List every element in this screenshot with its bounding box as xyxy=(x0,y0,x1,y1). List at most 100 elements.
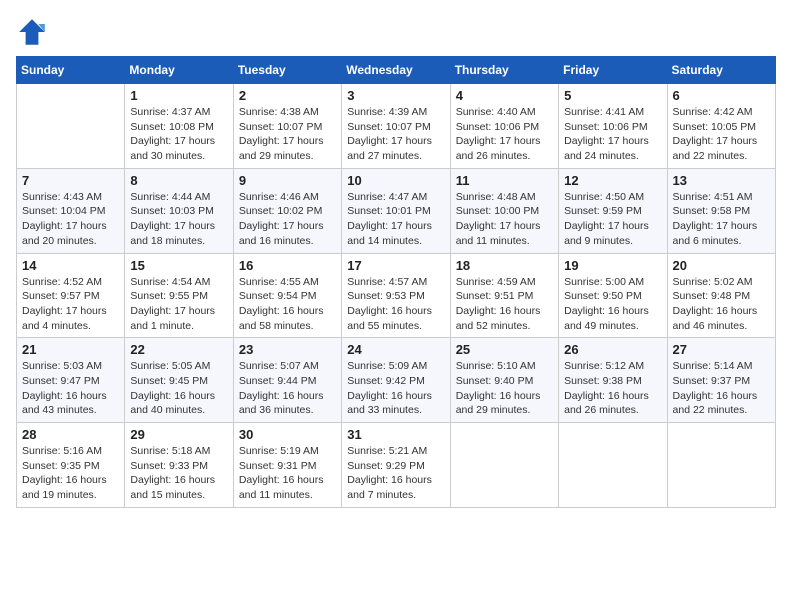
day-number: 21 xyxy=(22,342,119,357)
calendar-cell xyxy=(17,84,125,169)
day-number: 20 xyxy=(673,258,770,273)
day-info: Sunrise: 5:02 AM Sunset: 9:48 PM Dayligh… xyxy=(673,275,770,334)
day-info: Sunrise: 5:16 AM Sunset: 9:35 PM Dayligh… xyxy=(22,444,119,503)
day-info: Sunrise: 4:39 AM Sunset: 10:07 PM Daylig… xyxy=(347,105,444,164)
day-number: 27 xyxy=(673,342,770,357)
calendar-cell xyxy=(559,423,667,508)
calendar-cell: 9Sunrise: 4:46 AM Sunset: 10:02 PM Dayli… xyxy=(233,168,341,253)
day-info: Sunrise: 5:19 AM Sunset: 9:31 PM Dayligh… xyxy=(239,444,336,503)
day-info: Sunrise: 5:12 AM Sunset: 9:38 PM Dayligh… xyxy=(564,359,661,418)
calendar-cell: 8 Sunrise: 4:44 AM Sunset: 10:03 PM Dayli… xyxy=(125,168,233,253)
logo-icon xyxy=(16,16,48,48)
day-info: Sunrise: 5:21 AM Sunset: 9:29 PM Dayligh… xyxy=(347,444,444,503)
calendar-week-row: 1 Sunrise: 4:37 AM Sunset: 10:08 PM Dayli… xyxy=(17,84,776,169)
calendar-cell: 11 Sunrise: 4:48 AM Sunset: 10:00 PM Dayl… xyxy=(450,168,558,253)
day-info: Sunrise: 4:46 AM Sunset: 10:02 PM Daylig… xyxy=(239,190,336,249)
day-number: 2 xyxy=(239,88,336,103)
calendar-cell: 22Sunrise: 5:05 AM Sunset: 9:45 PM Dayli… xyxy=(125,338,233,423)
day-number: 17 xyxy=(347,258,444,273)
day-of-week-monday: Monday xyxy=(125,57,233,84)
calendar-cell: 6 Sunrise: 4:42 AM Sunset: 10:05 PM Dayli… xyxy=(667,84,775,169)
calendar-cell: 23Sunrise: 5:07 AM Sunset: 9:44 PM Dayli… xyxy=(233,338,341,423)
day-number: 18 xyxy=(456,258,553,273)
day-info: Sunrise: 4:47 AM Sunset: 10:01 PM Daylig… xyxy=(347,190,444,249)
day-number: 30 xyxy=(239,427,336,442)
day-info: Sunrise: 4:38 AM Sunset: 10:07 PM Daylig… xyxy=(239,105,336,164)
day-info: Sunrise: 5:18 AM Sunset: 9:33 PM Dayligh… xyxy=(130,444,227,503)
day-info: Sunrise: 4:48 AM Sunset: 10:00 PM Daylig… xyxy=(456,190,553,249)
day-number: 5 xyxy=(564,88,661,103)
day-number: 28 xyxy=(22,427,119,442)
day-number: 6 xyxy=(673,88,770,103)
day-number: 7 xyxy=(22,173,119,188)
calendar-cell: 31 Sunrise: 5:21 AM Sunset: 9:29 PM Dayli… xyxy=(342,423,450,508)
calendar-cell: 18 Sunrise: 4:59 AM Sunset: 9:51 PM Dayli… xyxy=(450,253,558,338)
calendar-cell: 10 Sunrise: 4:47 AM Sunset: 10:01 PM Dayl… xyxy=(342,168,450,253)
calendar-cell: 25 Sunrise: 5:10 AM Sunset: 9:40 PM Dayli… xyxy=(450,338,558,423)
day-of-week-sunday: Sunday xyxy=(17,57,125,84)
calendar-cell: 2 Sunrise: 4:38 AM Sunset: 10:07 PM Dayli… xyxy=(233,84,341,169)
day-info: Sunrise: 4:59 AM Sunset: 9:51 PM Dayligh… xyxy=(456,275,553,334)
day-of-week-tuesday: Tuesday xyxy=(233,57,341,84)
calendar-cell xyxy=(450,423,558,508)
calendar-cell: 5 Sunrise: 4:41 AM Sunset: 10:06 PM Dayli… xyxy=(559,84,667,169)
day-info: Sunrise: 5:14 AM Sunset: 9:37 PM Dayligh… xyxy=(673,359,770,418)
day-number: 26 xyxy=(564,342,661,357)
calendar-cell: 16 Sunrise: 4:55 AM Sunset: 9:54 PM Dayli… xyxy=(233,253,341,338)
day-info: Sunrise: 4:57 AM Sunset: 9:53 PM Dayligh… xyxy=(347,275,444,334)
calendar-cell: 17 Sunrise: 4:57 AM Sunset: 9:53 PM Dayli… xyxy=(342,253,450,338)
calendar-cell: 12 Sunrise: 4:50 AM Sunset: 9:59 PM Dayli… xyxy=(559,168,667,253)
day-info: Sunrise: 5:00 AM Sunset: 9:50 PM Dayligh… xyxy=(564,275,661,334)
day-of-week-saturday: Saturday xyxy=(667,57,775,84)
calendar-cell: 30 Sunrise: 5:19 AM Sunset: 9:31 PM Dayli… xyxy=(233,423,341,508)
calendar-week-row: 28 Sunrise: 5:16 AM Sunset: 9:35 PM Dayli… xyxy=(17,423,776,508)
day-number: 4 xyxy=(456,88,553,103)
day-info: Sunrise: 4:37 AM Sunset: 10:08 PM Daylig… xyxy=(130,105,227,164)
day-info: Sunrise: 5:05 AM Sunset: 9:45 PM Dayligh… xyxy=(130,359,227,418)
day-number: 14 xyxy=(22,258,119,273)
day-number: 8 xyxy=(130,173,227,188)
day-number: 19 xyxy=(564,258,661,273)
calendar-week-row: 21Sunrise: 5:03 AM Sunset: 9:47 PM Dayli… xyxy=(17,338,776,423)
day-number: 1 xyxy=(130,88,227,103)
day-info: Sunrise: 4:43 AM Sunset: 10:04 PM Daylig… xyxy=(22,190,119,249)
page-header xyxy=(16,16,776,48)
day-info: Sunrise: 4:42 AM Sunset: 10:05 PM Daylig… xyxy=(673,105,770,164)
day-number: 31 xyxy=(347,427,444,442)
calendar-cell: 26 Sunrise: 5:12 AM Sunset: 9:38 PM Dayli… xyxy=(559,338,667,423)
calendar-cell: 1 Sunrise: 4:37 AM Sunset: 10:08 PM Dayli… xyxy=(125,84,233,169)
day-of-week-wednesday: Wednesday xyxy=(342,57,450,84)
day-info: Sunrise: 5:10 AM Sunset: 9:40 PM Dayligh… xyxy=(456,359,553,418)
day-number: 3 xyxy=(347,88,444,103)
calendar-cell: 28 Sunrise: 5:16 AM Sunset: 9:35 PM Dayli… xyxy=(17,423,125,508)
day-number: 23 xyxy=(239,342,336,357)
day-number: 11 xyxy=(456,173,553,188)
day-info: Sunrise: 4:41 AM Sunset: 10:06 PM Daylig… xyxy=(564,105,661,164)
day-number: 25 xyxy=(456,342,553,357)
day-info: Sunrise: 4:50 AM Sunset: 9:59 PM Dayligh… xyxy=(564,190,661,249)
calendar-cell: 7 Sunrise: 4:43 AM Sunset: 10:04 PM Dayli… xyxy=(17,168,125,253)
day-info: Sunrise: 4:44 AM Sunset: 10:03 PM Daylig… xyxy=(130,190,227,249)
calendar-cell: 20 Sunrise: 5:02 AM Sunset: 9:48 PM Dayli… xyxy=(667,253,775,338)
day-info: Sunrise: 4:52 AM Sunset: 9:57 PM Dayligh… xyxy=(22,275,119,334)
calendar-cell: 24Sunrise: 5:09 AM Sunset: 9:42 PM Dayli… xyxy=(342,338,450,423)
day-info: Sunrise: 4:51 AM Sunset: 9:58 PM Dayligh… xyxy=(673,190,770,249)
day-number: 15 xyxy=(130,258,227,273)
day-number: 24 xyxy=(347,342,444,357)
calendar-cell: 15Sunrise: 4:54 AM Sunset: 9:55 PM Dayli… xyxy=(125,253,233,338)
calendar-cell xyxy=(667,423,775,508)
logo xyxy=(16,16,52,48)
day-info: Sunrise: 4:40 AM Sunset: 10:06 PM Daylig… xyxy=(456,105,553,164)
calendar-header-row: SundayMondayTuesdayWednesdayThursdayFrid… xyxy=(17,57,776,84)
calendar-cell: 3 Sunrise: 4:39 AM Sunset: 10:07 PM Dayli… xyxy=(342,84,450,169)
day-number: 16 xyxy=(239,258,336,273)
day-number: 10 xyxy=(347,173,444,188)
day-info: Sunrise: 4:55 AM Sunset: 9:54 PM Dayligh… xyxy=(239,275,336,334)
day-number: 29 xyxy=(130,427,227,442)
calendar-cell: 19 Sunrise: 5:00 AM Sunset: 9:50 PM Dayli… xyxy=(559,253,667,338)
day-number: 13 xyxy=(673,173,770,188)
calendar-week-row: 14 Sunrise: 4:52 AM Sunset: 9:57 PM Dayli… xyxy=(17,253,776,338)
calendar-cell: 29 Sunrise: 5:18 AM Sunset: 9:33 PM Dayli… xyxy=(125,423,233,508)
day-number: 12 xyxy=(564,173,661,188)
calendar-cell: 14 Sunrise: 4:52 AM Sunset: 9:57 PM Dayli… xyxy=(17,253,125,338)
